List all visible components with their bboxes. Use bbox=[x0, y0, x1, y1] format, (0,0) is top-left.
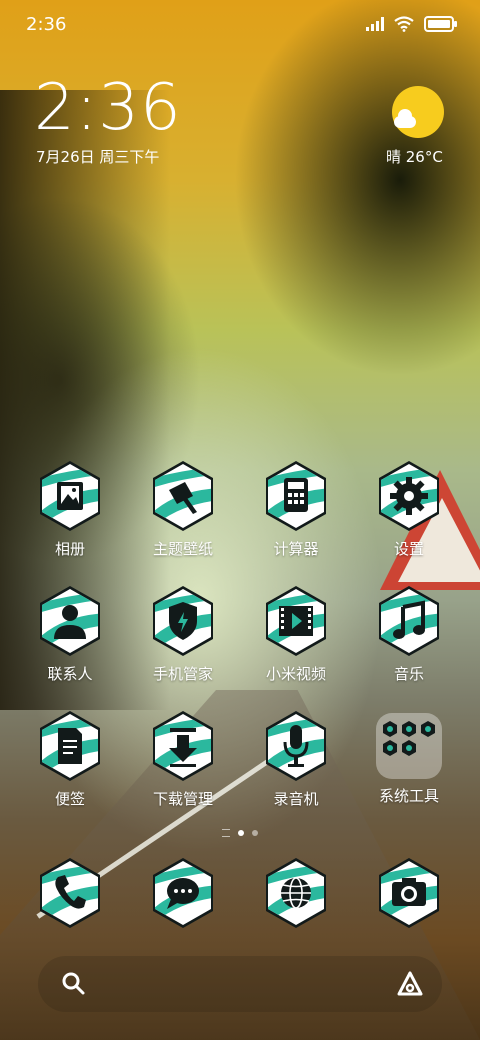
dock-camera[interactable] bbox=[359, 857, 459, 929]
app-label: 音乐 bbox=[393, 665, 424, 683]
app-gallery[interactable]: 相册 bbox=[20, 460, 120, 559]
camera-icon bbox=[377, 857, 441, 929]
app-theme[interactable]: 主题壁纸 bbox=[133, 460, 233, 559]
clock-widget-time[interactable]: 2:36 bbox=[34, 76, 182, 140]
app-label: 小米视频 bbox=[265, 665, 326, 683]
weather-widget-text[interactable]: 晴 26°C bbox=[386, 146, 443, 167]
dock-phone[interactable] bbox=[20, 857, 120, 929]
assistant-icon[interactable] bbox=[396, 970, 424, 998]
app-calculator[interactable]: 计算器 bbox=[246, 460, 346, 559]
contact-person-icon bbox=[38, 585, 102, 657]
app-settings[interactable]: 设置 bbox=[359, 460, 459, 559]
app-label: 便签 bbox=[54, 790, 85, 808]
page-dot-2[interactable] bbox=[252, 830, 258, 836]
page-dot-1[interactable] bbox=[238, 830, 244, 836]
battery-icon bbox=[424, 16, 457, 32]
app-label: 计算器 bbox=[273, 540, 319, 558]
dock-browser[interactable] bbox=[246, 857, 346, 929]
app-label: 录音机 bbox=[273, 790, 319, 808]
wallpaper-tree-branches bbox=[160, 0, 480, 470]
theme-brush-icon bbox=[151, 460, 215, 532]
security-shield-icon bbox=[151, 585, 215, 657]
app-downloads[interactable]: 下载管理 bbox=[133, 710, 233, 809]
app-label: 手机管家 bbox=[152, 665, 213, 683]
app-label: 联系人 bbox=[47, 665, 93, 683]
app-security[interactable]: 手机管家 bbox=[133, 585, 233, 684]
download-icon bbox=[151, 710, 215, 782]
dock-messages[interactable] bbox=[133, 857, 233, 929]
folder-icon bbox=[376, 713, 442, 779]
app-label: 系统工具 bbox=[378, 787, 439, 805]
app-music[interactable]: 音乐 bbox=[359, 585, 459, 684]
gallery-icon bbox=[38, 460, 102, 532]
app-recorder[interactable]: 录音机 bbox=[246, 710, 346, 809]
page-indicator-feed[interactable] bbox=[222, 829, 230, 837]
app-notes[interactable]: 便签 bbox=[20, 710, 120, 809]
app-video[interactable]: 小米视频 bbox=[246, 585, 346, 684]
music-note-icon bbox=[377, 585, 441, 657]
calculator-icon bbox=[264, 460, 328, 532]
search-icon[interactable] bbox=[60, 970, 86, 996]
app-label: 相册 bbox=[54, 540, 85, 558]
microphone-icon bbox=[264, 710, 328, 782]
clock-widget-date[interactable]: 7月26日 周三下午 bbox=[36, 146, 159, 167]
app-label: 主题壁纸 bbox=[152, 540, 213, 558]
signal-icon bbox=[366, 17, 384, 31]
search-bar[interactable] bbox=[38, 956, 442, 1012]
phone-icon bbox=[38, 857, 102, 929]
notes-icon bbox=[38, 710, 102, 782]
wifi-icon bbox=[394, 16, 414, 32]
status-time: 2:36 bbox=[26, 14, 67, 35]
weather-cloud-shape bbox=[394, 109, 416, 128]
app-label: 下载管理 bbox=[152, 790, 213, 808]
messages-icon bbox=[151, 857, 215, 929]
app-system-tools-folder[interactable]: 系统工具 bbox=[359, 710, 459, 806]
app-contacts[interactable]: 联系人 bbox=[20, 585, 120, 684]
app-label: 设置 bbox=[393, 540, 424, 558]
browser-globe-icon bbox=[264, 857, 328, 929]
gear-icon bbox=[377, 460, 441, 532]
status-icons bbox=[366, 16, 457, 32]
page-indicator bbox=[0, 829, 480, 837]
video-play-icon bbox=[264, 585, 328, 657]
status-bar: 2:36 bbox=[0, 0, 480, 50]
